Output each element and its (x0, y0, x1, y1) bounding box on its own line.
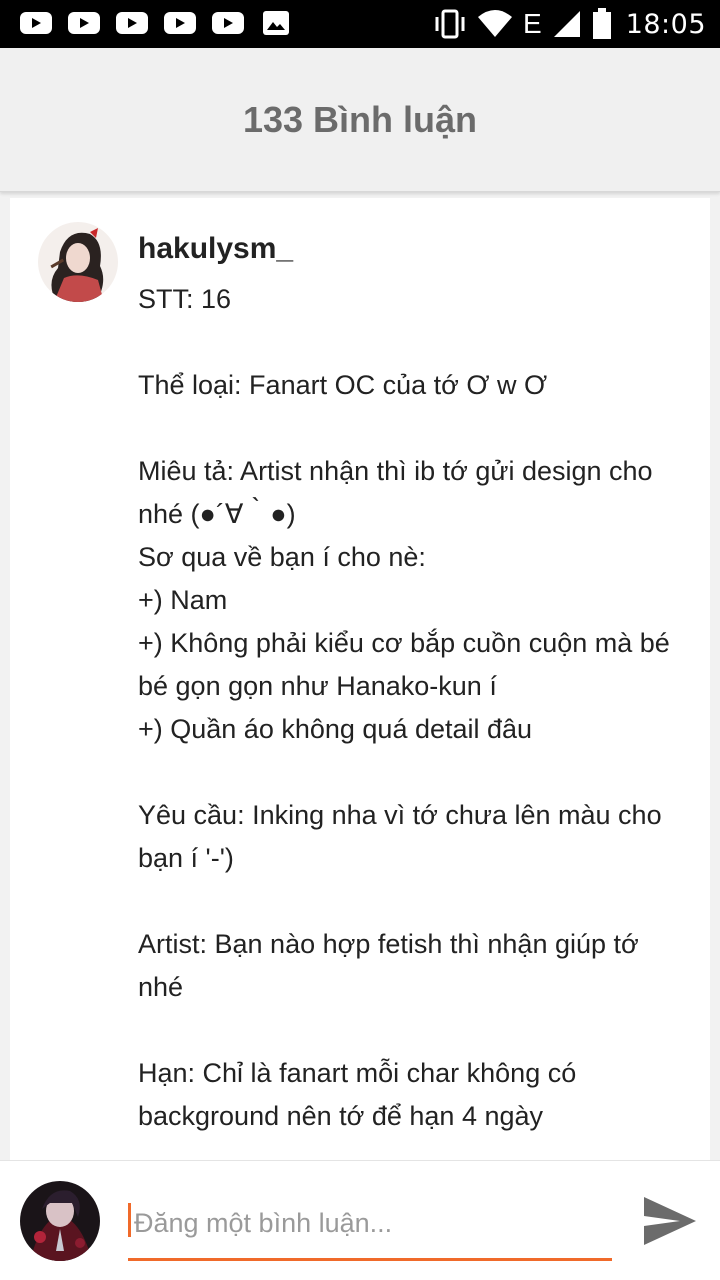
comment-line (138, 321, 696, 364)
comment-username[interactable]: hakulysm_ (138, 232, 293, 266)
comment-line: +) Quần áo không quá detail đâu (138, 714, 533, 744)
comment-line: +) Nam (138, 585, 228, 615)
comment-line: STT: 16 (138, 284, 232, 314)
youtube-icon (116, 12, 148, 34)
comment-card: hakulysm_ STT: 16 Thể loại: Fanart OC củ… (10, 198, 710, 1160)
user-avatar (20, 1181, 100, 1261)
status-clock: 18:05 (625, 8, 706, 40)
vibrate-icon (435, 9, 465, 39)
wifi-icon (478, 10, 512, 37)
youtube-icon (164, 12, 196, 34)
send-icon (644, 1197, 696, 1245)
youtube-icon (68, 12, 100, 34)
comment-line: nhé (●´∀｀●) (138, 499, 296, 529)
youtube-icon (20, 12, 52, 34)
gallery-icon (263, 11, 289, 35)
status-bar: E 18:05 (0, 0, 720, 48)
comment-line: Artist: Bạn nào hợp fetish thì nhận giúp… (138, 929, 639, 959)
comment-body: STT: 16 Thể loại: Fanart OC của tớ Ơ w Ơ… (138, 278, 696, 1138)
comment-line (138, 1009, 696, 1052)
send-button[interactable] (640, 1191, 700, 1251)
comment-input[interactable] (128, 1195, 612, 1251)
page-title: 133 Bình luận (242, 98, 478, 140)
app-header: 133 Bình luận (0, 48, 720, 192)
comment-line: Hạn: Chỉ là fanart mỗi char không có (138, 1058, 577, 1088)
comment-line: bé gọn gọn như Hanako-kun í (138, 671, 497, 701)
comment-composer (0, 1160, 720, 1280)
comment-line: Sơ qua về bạn í cho nè: (138, 542, 426, 572)
comment-line: +) Không phải kiểu cơ bắp cuồn cuộn mà b… (138, 628, 670, 658)
network-type: E (523, 8, 542, 39)
system-icons: E 18:05 (433, 0, 720, 48)
signal-icon (553, 11, 580, 37)
comment-line (138, 880, 696, 923)
comment-line: Thể loại: Fanart OC của tớ Ơ w Ơ (138, 370, 548, 400)
commenter-avatar[interactable] (38, 222, 118, 302)
comment-line: bạn í '-') (138, 843, 234, 873)
comment-line: Miêu tả: Artist nhận thì ib tớ gửi desig… (138, 456, 653, 486)
youtube-icon (212, 12, 244, 34)
comment-line: background nên tớ để hạn 4 ngày (138, 1101, 544, 1131)
comment-line (138, 407, 696, 450)
comment-input-wrapper (128, 1195, 612, 1261)
comment-line: Yêu cầu: Inking nha vì tớ chưa lên màu c… (138, 800, 662, 830)
comment-line (138, 751, 696, 794)
comment-line: nhé (138, 972, 184, 1002)
notification-icons (20, 10, 292, 36)
battery-icon (592, 8, 611, 39)
